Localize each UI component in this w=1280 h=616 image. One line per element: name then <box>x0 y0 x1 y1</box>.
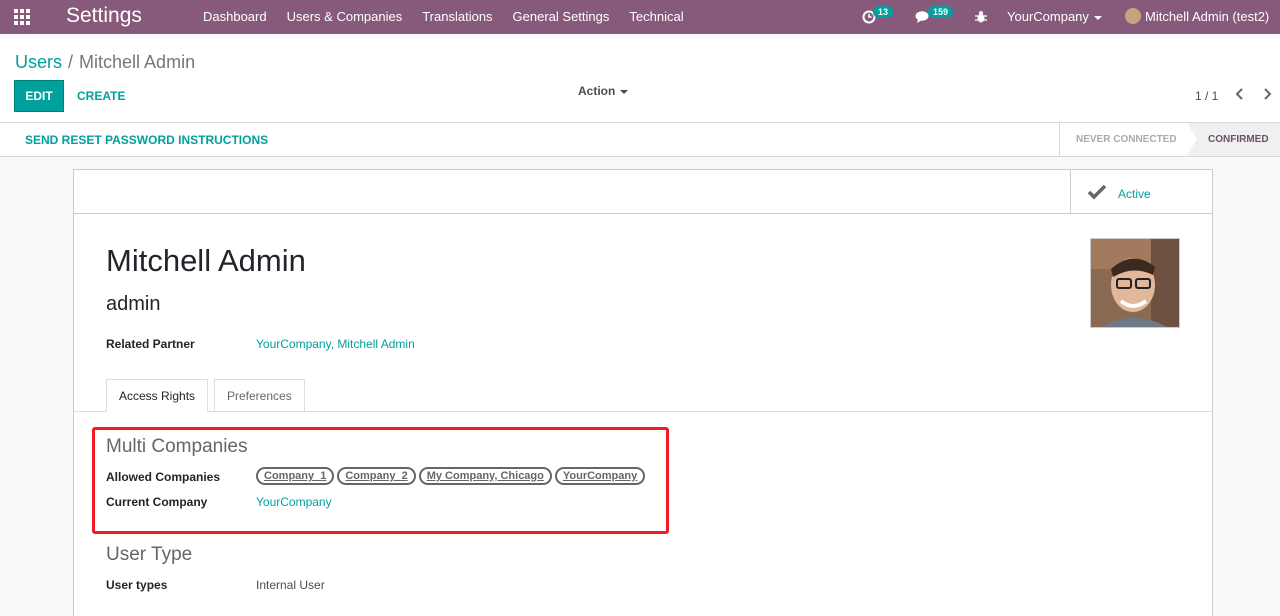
chevron-down-icon <box>620 89 629 94</box>
stage-never-connected: NEVER CONNECTED <box>1059 123 1187 156</box>
related-partner-label: Related Partner <box>106 337 195 351</box>
notebook-tabs: Access Rights Preferences <box>74 379 1212 412</box>
user-login: admin <box>106 293 161 315</box>
top-navbar: Settings Dashboard Users & Companies Tra… <box>0 0 1280 34</box>
breadcrumb: Users / Mitchell Admin <box>15 52 195 73</box>
messages-count-badge: 159 <box>928 6 954 18</box>
user-types-value[interactable]: Internal User <box>256 578 325 592</box>
messages-chat-icon[interactable] <box>915 0 931 34</box>
action-dropdown[interactable]: Action <box>578 84 629 98</box>
tab-access-rights[interactable]: Access Rights <box>106 379 209 412</box>
send-reset-password-button[interactable]: SEND RESET PASSWORD INSTRUCTIONS <box>25 133 268 147</box>
menu-translations[interactable]: Translations <box>412 0 502 34</box>
user-menu[interactable]: Mitchell Admin (test2) <box>1125 0 1269 34</box>
stage-arrow-separator <box>1187 123 1197 155</box>
edit-button[interactable]: EDIT <box>14 80 64 112</box>
user-photo[interactable] <box>1090 238 1180 328</box>
control-panel: Users / Mitchell Admin EDIT CREATE Action … <box>0 39 1280 123</box>
create-button[interactable]: CREATE <box>77 89 125 103</box>
smart-button-box: Active <box>74 170 1212 214</box>
user-types-label: User types <box>106 578 168 592</box>
user-name-title: Mitchell Admin <box>106 243 306 278</box>
debug-bug-icon[interactable] <box>975 0 989 34</box>
company-name: YourCompany <box>1007 9 1089 24</box>
status-bar: SEND RESET PASSWORD INSTRUCTIONS NEVER C… <box>0 123 1280 157</box>
activity-count-badge: 13 <box>873 6 894 18</box>
user-name: Mitchell Admin (test2) <box>1145 9 1270 24</box>
check-icon <box>1087 184 1107 200</box>
active-toggle-button[interactable]: Active <box>1070 170 1212 214</box>
action-label: Action <box>578 84 616 98</box>
menu-technical[interactable]: Technical <box>619 0 693 34</box>
breadcrumb-current: Mitchell Admin <box>79 52 196 72</box>
pager-value: 1 / 1 <box>1195 89 1219 103</box>
app-title: Settings <box>66 4 142 27</box>
highlight-box <box>92 427 669 534</box>
pager-next-icon[interactable] <box>1261 87 1275 103</box>
chevron-down-icon <box>1093 15 1102 20</box>
breadcrumb-users-link[interactable]: Users <box>15 52 62 72</box>
app-menu-grid-icon[interactable] <box>14 9 34 25</box>
user-type-title: User Type <box>106 544 193 565</box>
main-menu: Dashboard Users & Companies Translations… <box>193 0 694 34</box>
menu-users-companies[interactable]: Users & Companies <box>277 0 413 34</box>
pager-previous-icon[interactable] <box>1234 87 1248 103</box>
user-avatar <box>1125 7 1141 24</box>
tab-preferences[interactable]: Preferences <box>214 379 305 412</box>
active-label: Active <box>1118 187 1151 201</box>
company-switcher[interactable]: YourCompany <box>1007 0 1102 34</box>
breadcrumb-separator: / <box>68 52 74 72</box>
form-sheet: Active Mitchell Admin admin Related Part… <box>73 169 1213 616</box>
menu-general-settings[interactable]: General Settings <box>503 0 620 34</box>
stage-confirmed: CONFIRMED <box>1187 123 1280 156</box>
menu-dashboard[interactable]: Dashboard <box>193 0 277 34</box>
related-partner-link[interactable]: YourCompany, Mitchell Admin <box>256 337 415 351</box>
